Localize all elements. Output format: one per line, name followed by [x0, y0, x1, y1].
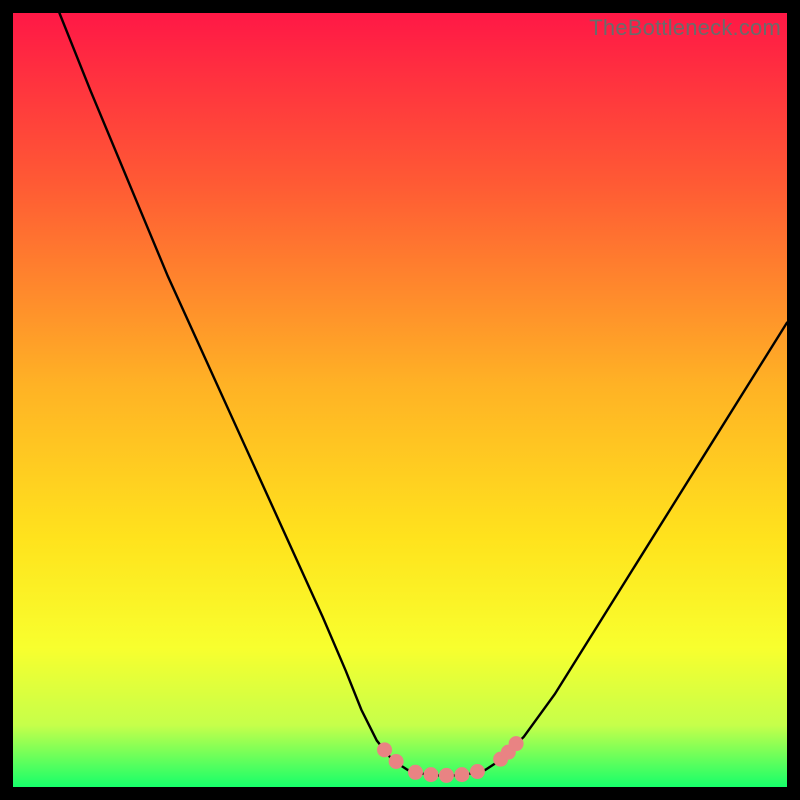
- highlight-marker: [408, 765, 423, 780]
- highlight-marker: [423, 767, 438, 782]
- bottleneck-chart: [13, 13, 787, 787]
- highlight-marker: [389, 754, 404, 769]
- highlight-marker: [470, 764, 485, 779]
- highlight-marker: [454, 767, 469, 782]
- highlight-marker: [509, 736, 524, 751]
- chart-frame: TheBottleneck.com: [13, 13, 787, 787]
- highlight-marker: [439, 768, 454, 783]
- watermark-text: TheBottleneck.com: [589, 15, 781, 41]
- highlight-marker: [377, 742, 392, 757]
- chart-background-gradient: [13, 13, 787, 787]
